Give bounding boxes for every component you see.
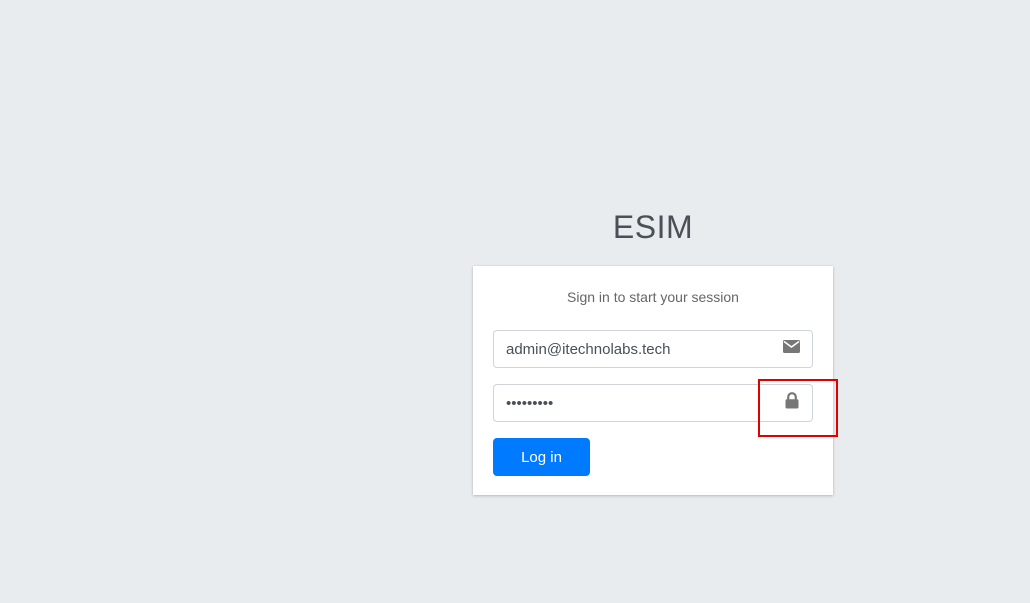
email-addon (771, 330, 813, 368)
password-input-group (493, 384, 813, 422)
app-title: ESIM (612, 209, 694, 245)
login-button[interactable]: Log in (493, 438, 590, 476)
login-message: Sign in to start your session (567, 289, 739, 305)
login-card: Sign in to start your session Log in (473, 266, 833, 495)
email-input[interactable] (493, 330, 771, 368)
password-addon (771, 384, 813, 422)
lock-icon (785, 392, 799, 414)
email-input-group (493, 330, 813, 368)
password-input[interactable] (493, 384, 771, 422)
envelope-icon (783, 340, 800, 358)
